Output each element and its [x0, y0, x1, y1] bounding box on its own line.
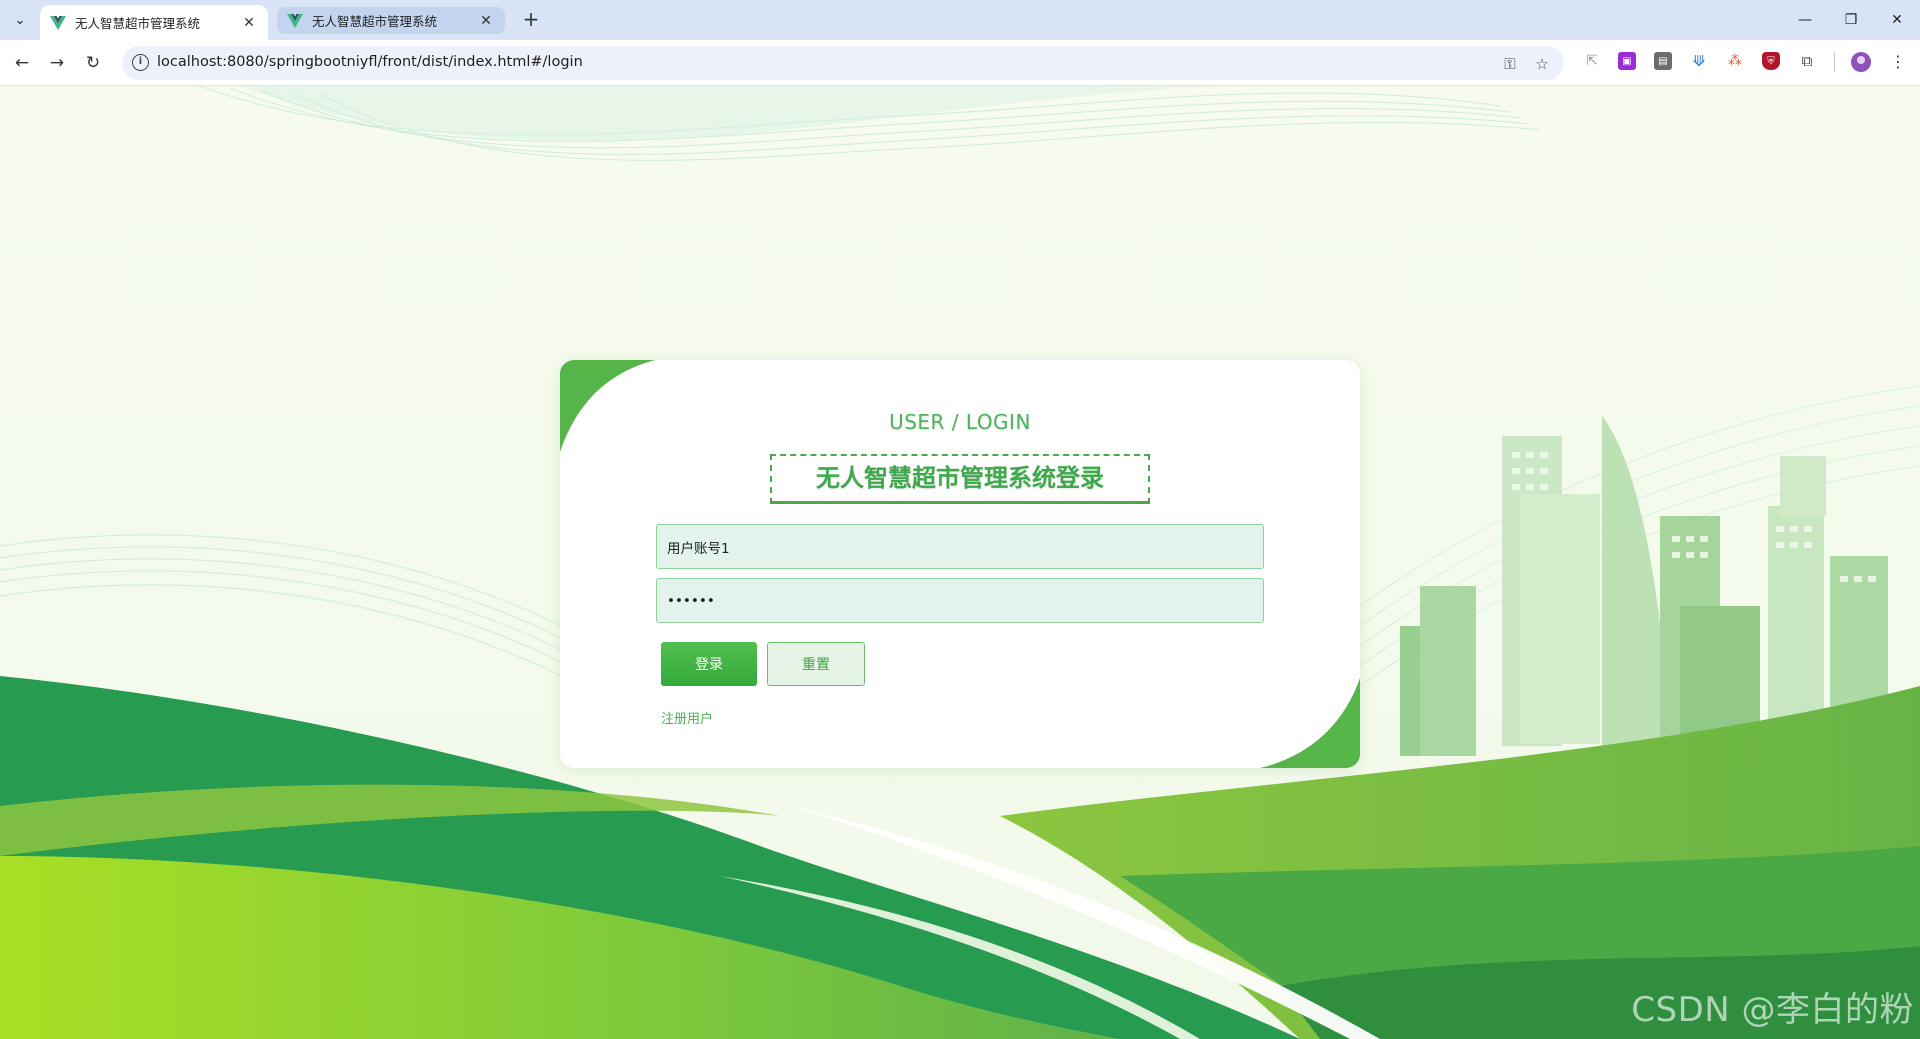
tab-search-icon[interactable]: ⌄: [6, 6, 34, 34]
login-subtitle: USER / LOGIN: [889, 410, 1031, 434]
browser-tabstrip: ⌄ 无人智慧超市管理系统 ✕ 无人智慧超市管理系统 ✕ + — ❐ ✕: [0, 0, 1920, 40]
minimize-icon[interactable]: —: [1790, 6, 1820, 34]
vue-logo-icon: [287, 13, 303, 28]
login-title: 无人智慧超市管理系统登录: [770, 454, 1150, 504]
login-button[interactable]: 登录: [661, 642, 757, 686]
tab-inactive[interactable]: 无人智慧超市管理系统 ✕: [277, 7, 505, 34]
address-bar[interactable]: i localhost:8080/springbootniyfl/front/d…: [122, 46, 1564, 80]
gray-extension-icon[interactable]: ▤: [1654, 52, 1672, 70]
purple-extension-icon[interactable]: ▣: [1618, 52, 1636, 70]
profile-avatar[interactable]: [1851, 52, 1871, 72]
login-page: USER / LOGIN 无人智慧超市管理系统登录 登录 重置 注册用户 CSD…: [0, 86, 1920, 1039]
blue-extension-icon[interactable]: ⟱: [1690, 52, 1708, 70]
tab-close-icon[interactable]: ✕: [240, 14, 258, 32]
bookmark-star-icon[interactable]: ☆: [1532, 54, 1552, 74]
username-input[interactable]: [656, 524, 1264, 569]
toolbar-separator: [1834, 52, 1835, 72]
vue-logo-icon: [50, 15, 66, 30]
orange-extension-icon[interactable]: ⁂: [1726, 52, 1744, 70]
register-link[interactable]: 注册用户: [661, 708, 713, 727]
reload-icon[interactable]: ↻: [79, 49, 107, 77]
card-corner-decoration: [1260, 678, 1360, 768]
extensions-puzzle-icon[interactable]: ⧉: [1798, 52, 1816, 70]
tab-title: 无人智慧超市管理系统: [75, 16, 201, 31]
shield-extension-icon[interactable]: ⛨: [1762, 52, 1780, 70]
restore-icon[interactable]: ❐: [1836, 6, 1866, 34]
forward-arrow-icon[interactable]: →: [43, 49, 71, 77]
password-input[interactable]: [656, 578, 1264, 623]
tab-close-icon[interactable]: ✕: [477, 12, 495, 30]
back-arrow-icon[interactable]: ←: [8, 49, 36, 77]
watermark: CSDN @李白的粉: [1631, 990, 1914, 1030]
site-info-icon[interactable]: i: [132, 54, 149, 71]
reset-button[interactable]: 重置: [767, 642, 865, 686]
browser-menu-icon[interactable]: ⋮: [1888, 52, 1908, 72]
tab-active[interactable]: 无人智慧超市管理系统 ✕: [40, 5, 268, 40]
login-card: USER / LOGIN 无人智慧超市管理系统登录 登录 重置 注册用户: [560, 360, 1360, 768]
url-text[interactable]: localhost:8080/springbootniyfl/front/dis…: [157, 54, 583, 70]
close-window-icon[interactable]: ✕: [1882, 6, 1912, 34]
tab-title: 无人智慧超市管理系统: [312, 14, 438, 29]
new-tab-plus-icon[interactable]: +: [519, 8, 543, 32]
password-key-icon[interactable]: ⚿: [1500, 54, 1520, 74]
cursor-extension-icon[interactable]: ⇱: [1583, 52, 1601, 70]
